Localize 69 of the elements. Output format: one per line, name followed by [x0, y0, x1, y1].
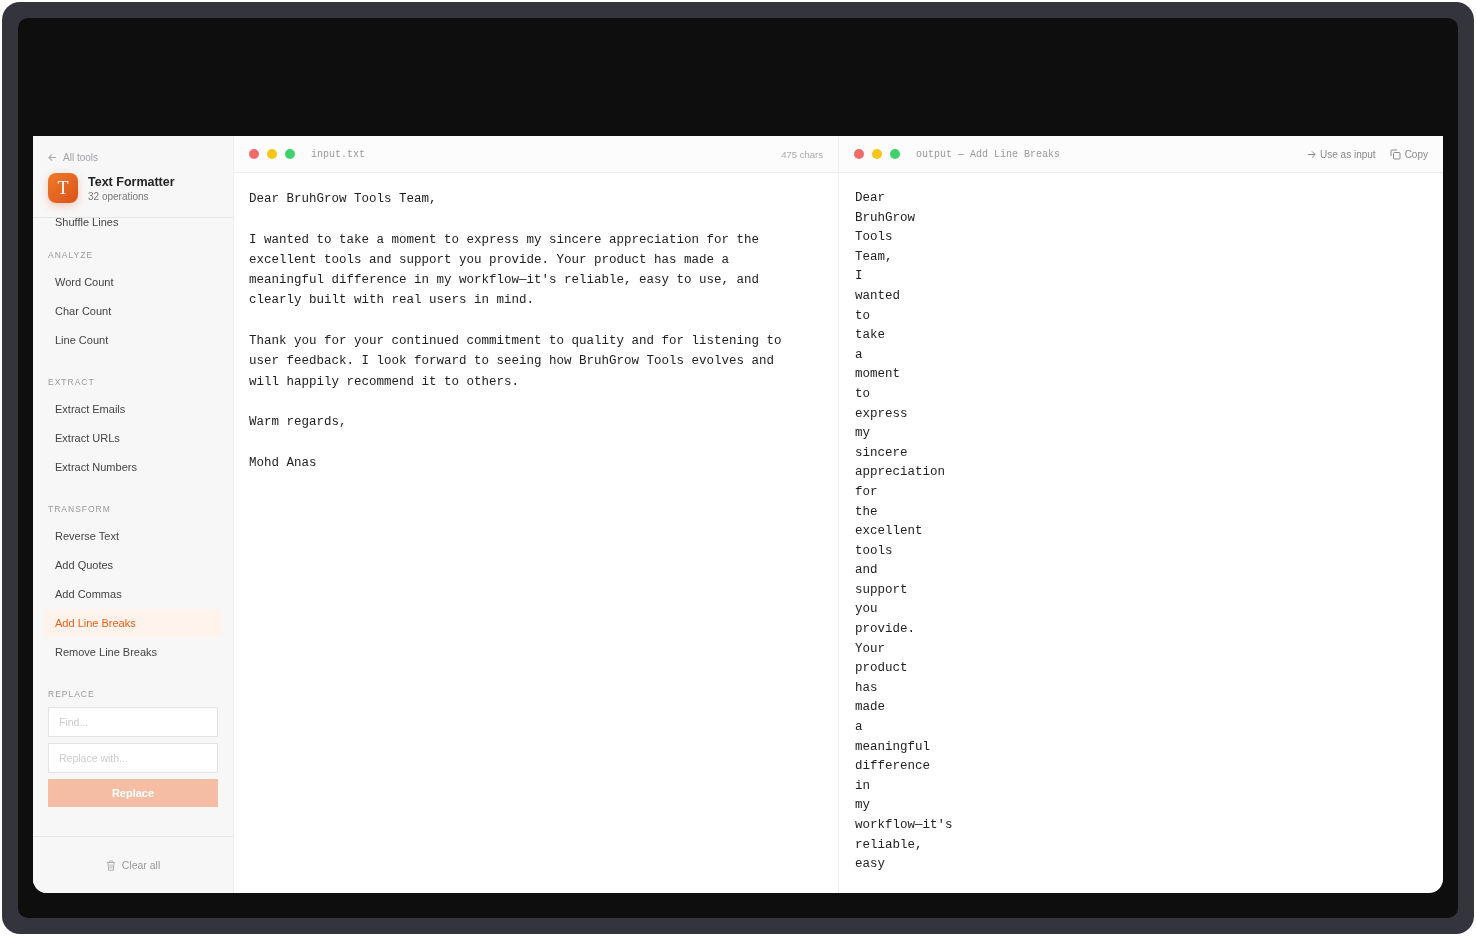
minimize-dot	[267, 149, 277, 159]
sidebar-item[interactable]: Extract Emails	[44, 395, 222, 423]
output-line: reliable,	[855, 836, 924, 854]
use-as-input-button[interactable]: Use as input	[1301, 148, 1376, 160]
sidebar-item[interactable]: Word Count	[44, 268, 222, 296]
output-line: and	[855, 562, 879, 580]
output-line: to	[855, 307, 871, 325]
output-line: BruhGrow	[855, 209, 916, 227]
sidebar-item[interactable]: Line Count	[44, 326, 222, 354]
arrow-right-icon	[1307, 149, 1317, 159]
output-line: for	[855, 483, 879, 501]
copy-button[interactable]: Copy	[1383, 148, 1428, 160]
output-line: a	[855, 719, 864, 737]
output-line: made	[855, 699, 886, 717]
trash-icon	[105, 859, 116, 871]
section-heading: ANALYZE	[47, 249, 95, 262]
output-line: workflow—it's	[855, 817, 954, 834]
output-line: my	[855, 797, 871, 815]
output-line: the	[855, 503, 879, 521]
output-title: output — Add Line Breaks	[916, 148, 1062, 160]
sidebar-item[interactable]: Add Commas	[44, 580, 222, 608]
output-line: in	[855, 777, 871, 795]
close-dot	[249, 149, 259, 159]
char-count: 475 chars	[781, 148, 823, 160]
output-line: tools	[855, 542, 894, 560]
sidebar-item[interactable]: Add Quotes	[44, 551, 222, 579]
app-logo: T	[48, 173, 78, 203]
output-line: my	[855, 425, 871, 443]
output-line: Dear	[855, 190, 886, 207]
output-line: take	[855, 327, 886, 345]
maximize-dot	[890, 149, 900, 159]
copy-icon	[1389, 148, 1401, 160]
app-title: Text Formatter	[88, 174, 175, 189]
output-line: excellent	[855, 523, 924, 541]
file-name: input.txt	[311, 148, 366, 160]
back-arrow-icon	[48, 153, 57, 162]
maximize-dot	[285, 149, 295, 159]
output-line: a	[855, 346, 864, 364]
minimize-dot	[872, 149, 882, 159]
section-heading: TRANSFORM	[47, 503, 112, 516]
sidebar-item[interactable]: Extract URLs	[44, 424, 222, 452]
output-line: Tools	[855, 229, 894, 247]
output-line: wanted	[855, 287, 901, 305]
section-heading: REPLACE	[47, 688, 96, 701]
output-line: meaningful	[855, 738, 931, 756]
output-line: easy	[855, 856, 886, 874]
sidebar-item[interactable]: Remove Line Breaks	[44, 638, 222, 666]
output-line: sincere	[855, 444, 909, 462]
output-line: moment	[855, 366, 901, 384]
output-line: express	[855, 405, 909, 423]
output-line: support	[855, 581, 909, 599]
output-line: difference	[855, 758, 931, 776]
output-line: I	[855, 268, 864, 286]
sidebar-item[interactable]: Reverse Text	[44, 522, 222, 550]
output-line: to	[855, 385, 871, 403]
section-heading: EXTRACT	[47, 376, 96, 389]
app-subtitle: 32 operations	[88, 190, 150, 202]
input-text[interactable]: Dear BruhGrow Tools Team, I wanted to take a moment to express my sincere appreciation for the excellent tools and support you provide. Your product has made a meaningful difference in my workflow—it's reliable, easy to use, and clearly built with real users in mind. Thank you for your continued commitment to quality and for listening to user feedback. I look forward to seeing how BruhGrow Tools evolves and will happily recommend it to others. Warm regards, Mohd Anas	[234, 173, 814, 490]
output-line: appreciation	[855, 464, 946, 482]
output-line: you	[855, 601, 879, 619]
sidebar-item[interactable]: Char Count	[44, 297, 222, 325]
output-line: Team,	[855, 248, 894, 266]
output-line: product	[855, 660, 909, 678]
sidebar-item[interactable]: Extract Numbers	[44, 453, 222, 481]
output-line: has	[855, 679, 879, 697]
close-dot	[854, 149, 864, 159]
sidebar-item[interactable]: Shuffle Lines	[44, 216, 222, 228]
output-line: Your	[855, 640, 886, 658]
output-line: provide.	[855, 621, 916, 639]
